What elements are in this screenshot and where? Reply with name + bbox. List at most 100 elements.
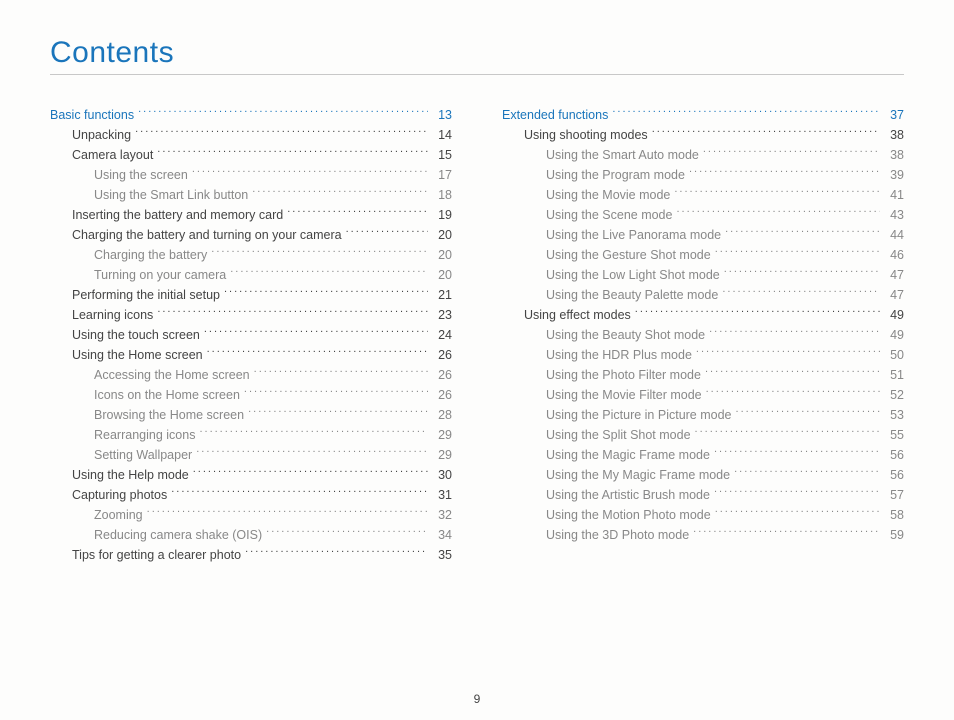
toc-dots bbox=[715, 247, 880, 260]
toc-dots bbox=[736, 407, 880, 420]
toc-page: 26 bbox=[432, 345, 452, 365]
toc-entry[interactable]: Using the Home screen 26 bbox=[50, 345, 452, 365]
toc-dots bbox=[724, 267, 880, 280]
toc-dots bbox=[706, 387, 880, 400]
toc-entry[interactable]: Using the Scene mode43 bbox=[502, 205, 904, 225]
toc-label: Capturing photos bbox=[72, 485, 167, 505]
toc-page: 41 bbox=[884, 185, 904, 205]
toc-label: Tips for getting a clearer photo bbox=[72, 545, 241, 565]
toc-dots bbox=[696, 347, 880, 360]
toc-page: 55 bbox=[884, 425, 904, 445]
toc-entry[interactable]: Performing the initial setup21 bbox=[50, 285, 452, 305]
toc-entry[interactable]: Using the touch screen24 bbox=[50, 325, 452, 345]
toc-entry[interactable]: Browsing the Home screen28 bbox=[50, 405, 452, 425]
toc-label: Using the Home screen bbox=[72, 345, 203, 365]
toc-entry[interactable]: Using the Photo Filter mode51 bbox=[502, 365, 904, 385]
toc-page: 44 bbox=[884, 225, 904, 245]
toc-entry[interactable]: Using the Picture in Picture mode53 bbox=[502, 405, 904, 425]
toc-column-right: Extended functions 37Using shooting modes… bbox=[502, 105, 904, 565]
toc-entry[interactable]: Using shooting modes38 bbox=[502, 125, 904, 145]
toc-entry[interactable]: Basic functions13 bbox=[50, 105, 452, 125]
toc-entry[interactable]: Tips for getting a clearer photo35 bbox=[50, 545, 452, 565]
toc-dots bbox=[612, 107, 880, 120]
toc-label: Using the Gesture Shot mode bbox=[546, 245, 711, 265]
toc-page: 56 bbox=[884, 465, 904, 485]
toc-page: 56 bbox=[884, 445, 904, 465]
toc-label: Using the Beauty Shot mode bbox=[546, 325, 705, 345]
toc-entry[interactable]: Using the screen17 bbox=[50, 165, 452, 185]
toc-label: Using the Help mode bbox=[72, 465, 189, 485]
toc-entry[interactable]: Using the Program mode39 bbox=[502, 165, 904, 185]
toc-label: Charging the battery and turning on your… bbox=[72, 225, 342, 245]
toc-page: 58 bbox=[884, 505, 904, 525]
toc-entry[interactable]: Using the Help mode 30 bbox=[50, 465, 452, 485]
toc-entry[interactable]: Rearranging icons29 bbox=[50, 425, 452, 445]
toc-dots bbox=[266, 527, 428, 540]
toc-page: 31 bbox=[432, 485, 452, 505]
toc-page: 47 bbox=[884, 285, 904, 305]
toc-entry[interactable]: Icons on the Home screen26 bbox=[50, 385, 452, 405]
toc-label: Performing the initial setup bbox=[72, 285, 220, 305]
toc-entry[interactable]: Extended functions 37 bbox=[502, 105, 904, 125]
toc-entry[interactable]: Using the Smart Link button18 bbox=[50, 185, 452, 205]
toc-page: 46 bbox=[884, 245, 904, 265]
toc-entry[interactable]: Learning icons23 bbox=[50, 305, 452, 325]
toc-entry[interactable]: Using the Low Light Shot mode47 bbox=[502, 265, 904, 285]
title-divider bbox=[50, 74, 904, 75]
toc-label: Camera layout bbox=[72, 145, 153, 165]
toc-page: 37 bbox=[884, 105, 904, 125]
toc-label: Using the Beauty Palette mode bbox=[546, 285, 718, 305]
toc-entry[interactable]: Using the Live Panorama mode44 bbox=[502, 225, 904, 245]
toc-entry[interactable]: Using the Movie mode41 bbox=[502, 185, 904, 205]
toc-entry[interactable]: Using the Smart Auto mode38 bbox=[502, 145, 904, 165]
toc-label: Using the Split Shot mode bbox=[546, 425, 691, 445]
toc-entry[interactable]: Charging the battery20 bbox=[50, 245, 452, 265]
toc-entry[interactable]: Using the Magic Frame mode56 bbox=[502, 445, 904, 465]
toc-entry[interactable]: Charging the battery and turning on your… bbox=[50, 225, 452, 245]
toc-entry[interactable]: Setting Wallpaper29 bbox=[50, 445, 452, 465]
toc-dots bbox=[204, 327, 428, 340]
toc-entry[interactable]: Accessing the Home screen26 bbox=[50, 365, 452, 385]
toc-entry[interactable]: Zooming32 bbox=[50, 505, 452, 525]
toc-page: 53 bbox=[884, 405, 904, 425]
toc-entry[interactable]: Using the Beauty Shot mode49 bbox=[502, 325, 904, 345]
toc-page: 34 bbox=[432, 525, 452, 545]
toc-entry[interactable]: Using the 3D Photo mode59 bbox=[502, 525, 904, 545]
toc-page: 29 bbox=[432, 425, 452, 445]
toc-dots bbox=[287, 207, 428, 220]
toc-dots bbox=[709, 327, 880, 340]
toc-dots bbox=[192, 167, 428, 180]
toc-entry[interactable]: Using the Motion Photo mode58 bbox=[502, 505, 904, 525]
toc-entry[interactable]: Using the Movie Filter mode52 bbox=[502, 385, 904, 405]
toc-label: Using the Photo Filter mode bbox=[546, 365, 701, 385]
toc-page: 49 bbox=[884, 305, 904, 325]
toc-label: Charging the battery bbox=[94, 245, 207, 265]
toc-columns: Basic functions13Unpacking14Camera layou… bbox=[50, 105, 904, 565]
toc-label: Using the 3D Photo mode bbox=[546, 525, 689, 545]
toc-entry[interactable]: Capturing photos 31 bbox=[50, 485, 452, 505]
toc-dots bbox=[346, 227, 428, 240]
toc-label: Accessing the Home screen bbox=[94, 365, 250, 385]
toc-entry[interactable]: Camera layout15 bbox=[50, 145, 452, 165]
toc-entry[interactable]: Using the Artistic Brush mode57 bbox=[502, 485, 904, 505]
toc-entry[interactable]: Using effect modes49 bbox=[502, 305, 904, 325]
toc-entry[interactable]: Using the Gesture Shot mode 46 bbox=[502, 245, 904, 265]
toc-page: 18 bbox=[432, 185, 452, 205]
toc-entry[interactable]: Using the Beauty Palette mode 47 bbox=[502, 285, 904, 305]
toc-page: 57 bbox=[884, 485, 904, 505]
toc-dots bbox=[652, 127, 880, 140]
toc-entry[interactable]: Using the Split Shot mode 55 bbox=[502, 425, 904, 445]
toc-page: 30 bbox=[432, 465, 452, 485]
toc-dots bbox=[705, 367, 880, 380]
toc-entry[interactable]: Using the My Magic Frame mode56 bbox=[502, 465, 904, 485]
toc-label: Unpacking bbox=[72, 125, 131, 145]
toc-entry[interactable]: Unpacking14 bbox=[50, 125, 452, 145]
toc-entry[interactable]: Using the HDR Plus mode50 bbox=[502, 345, 904, 365]
toc-dots bbox=[171, 487, 428, 500]
toc-page: 39 bbox=[884, 165, 904, 185]
toc-entry[interactable]: Inserting the battery and memory card19 bbox=[50, 205, 452, 225]
toc-entry[interactable]: Turning on your camera20 bbox=[50, 265, 452, 285]
toc-label: Using the touch screen bbox=[72, 325, 200, 345]
toc-entry[interactable]: Reducing camera shake (OIS)34 bbox=[50, 525, 452, 545]
toc-label: Extended functions bbox=[502, 105, 608, 125]
